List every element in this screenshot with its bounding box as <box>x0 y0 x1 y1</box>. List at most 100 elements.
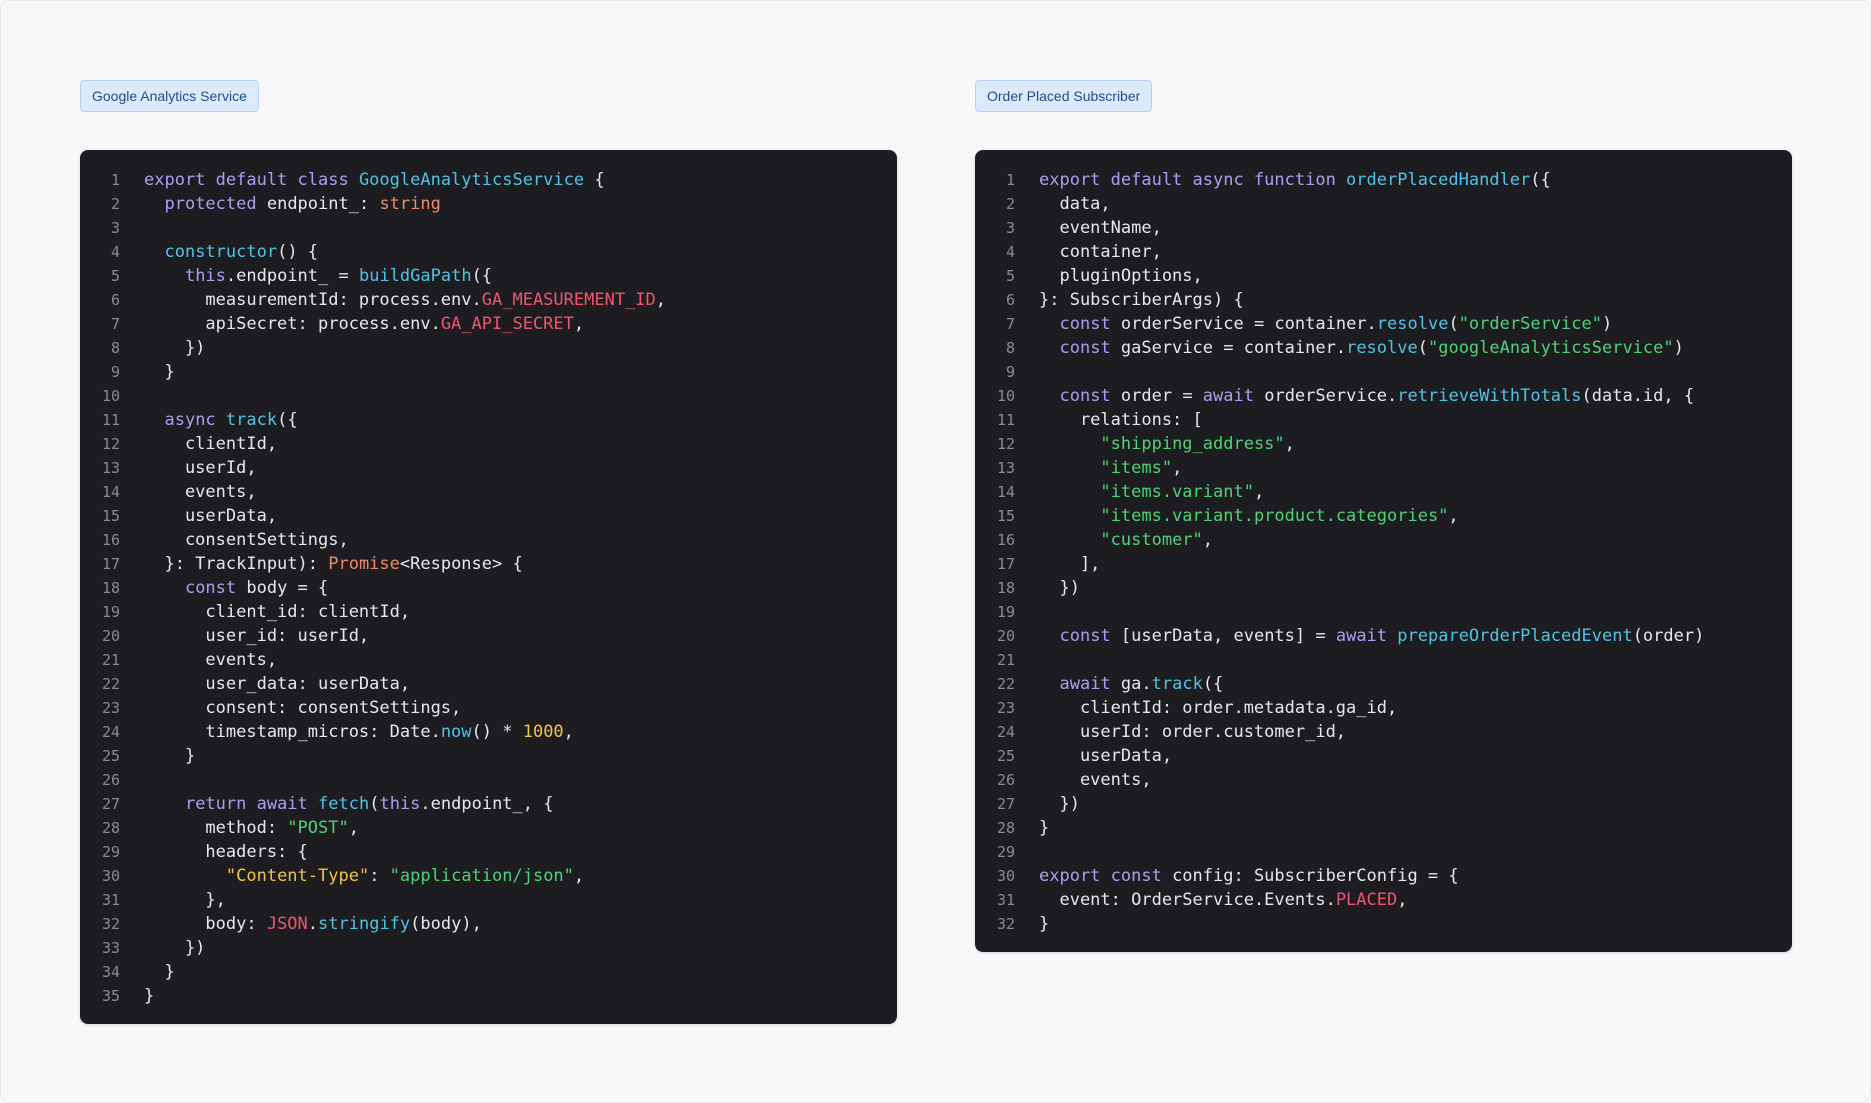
code-line: 29 headers: { <box>80 840 897 864</box>
code-token: }) <box>1039 794 1080 814</box>
code-text: const body = { <box>144 576 897 600</box>
code-token: events, <box>144 650 278 670</box>
code-text: "items.variant", <box>1039 480 1792 504</box>
code-text: }: TrackInput): Promise<Response> { <box>144 552 897 576</box>
code-line: 23 consent: consentSettings, <box>80 696 897 720</box>
code-token: retrieveWithTotals <box>1397 386 1582 406</box>
code-text: export default class GoogleAnalyticsServ… <box>144 168 897 192</box>
code-text: consentSettings, <box>144 528 897 552</box>
code-token: , <box>1397 890 1408 910</box>
code-line: 8 }) <box>80 336 897 360</box>
line-number: 1 <box>1005 171 1015 189</box>
code-text: } <box>1039 816 1792 840</box>
line-number: 6 <box>1005 291 1015 309</box>
line-number: 11 <box>996 411 1015 429</box>
line-number: 10 <box>996 387 1015 405</box>
code-token: ) <box>1601 314 1613 334</box>
code-token: await <box>1059 674 1111 694</box>
code-token: } <box>1039 914 1050 934</box>
code-line: 7 apiSecret: process.env.GA_API_SECRET, <box>80 312 897 336</box>
code-line: 5 pluginOptions, <box>975 264 1792 288</box>
code-token: ({ <box>277 410 298 430</box>
code-token: "items.variant" <box>1100 482 1254 502</box>
panel-google-analytics-service: Google Analytics Service 1 export default… <box>80 80 897 1024</box>
line-number: 27 <box>996 795 1015 813</box>
line-number: 29 <box>996 843 1015 861</box>
code-token: order = <box>1110 386 1203 406</box>
code-token: event: OrderService.Events. <box>1039 890 1336 910</box>
code-line: 33 }) <box>80 936 897 960</box>
code-text: }) <box>144 936 897 960</box>
code-token: ( <box>369 794 380 814</box>
line-number: 11 <box>101 411 120 429</box>
code-token: orderService. <box>1253 386 1398 406</box>
code-text: } <box>144 960 897 984</box>
code-token: GA_MEASUREMENT_ID <box>481 290 656 310</box>
code-line: 15 "items.variant.product.categories", <box>975 504 1792 528</box>
line-number: 27 <box>101 795 120 813</box>
code-text: protected endpoint_: string <box>144 192 897 216</box>
code-line: 1 export default class GoogleAnalyticsSer… <box>80 168 897 192</box>
line-number: 13 <box>996 459 1015 477</box>
code-line: 13 userId, <box>80 456 897 480</box>
code-text: events, <box>144 648 897 672</box>
code-token: , <box>1253 482 1265 502</box>
code-token: JSON <box>266 914 308 934</box>
code-line: 31 event: OrderService.Events.PLACED, <box>975 888 1792 912</box>
line-number: 23 <box>101 699 120 717</box>
code-text: apiSecret: process.env.GA_API_SECRET, <box>144 312 897 336</box>
code-line: 27 }) <box>975 792 1792 816</box>
code-token: , <box>348 818 359 838</box>
code-text: } <box>1039 912 1792 936</box>
line-number: 9 <box>1005 363 1015 381</box>
code-text: userData, <box>144 504 897 528</box>
code-token: , <box>655 290 667 310</box>
code-line: 14 events, <box>80 480 897 504</box>
code-token: ({ <box>1530 170 1551 190</box>
code-line: 1 export default async function orderPlac… <box>975 168 1792 192</box>
code-text: await ga.track({ <box>1039 672 1792 696</box>
code-line: 3 <box>80 216 897 240</box>
line-number: 17 <box>996 555 1015 573</box>
code-token: , <box>1202 530 1214 550</box>
line-number: 16 <box>101 531 120 549</box>
code-text: export const config: SubscriberConfig = … <box>1039 864 1792 888</box>
code-text: data, <box>1039 192 1792 216</box>
code-line: 10 <box>80 384 897 408</box>
code-line: 29 <box>975 840 1792 864</box>
code-token: (data.id, { <box>1581 386 1695 406</box>
code-token: ], <box>1039 554 1101 574</box>
code-token: }, <box>144 890 226 910</box>
line-number: 19 <box>101 603 120 621</box>
line-number: 9 <box>110 363 120 381</box>
code-token: pluginOptions, <box>1039 266 1203 286</box>
code-text: client_id: clientId, <box>144 600 897 624</box>
code-line: 3 eventName, <box>975 216 1792 240</box>
code-text: headers: { <box>144 840 897 864</box>
code-token: <Response> { <box>399 554 523 574</box>
line-number: 26 <box>101 771 120 789</box>
line-number: 25 <box>996 747 1015 765</box>
code-text: } <box>144 744 897 768</box>
code-text: timestamp_micros: Date.now() * 1000, <box>144 720 897 744</box>
line-number: 30 <box>996 867 1015 885</box>
code-token: "customer" <box>1100 530 1203 550</box>
code-text: const order = await orderService.retriev… <box>1039 384 1792 408</box>
code-token: () * <box>471 722 523 742</box>
code-line: 25 userData, <box>975 744 1792 768</box>
code-token: gaService = container. <box>1110 338 1347 358</box>
code-text: events, <box>1039 768 1792 792</box>
code-line: 16 consentSettings, <box>80 528 897 552</box>
code-token: } <box>144 986 155 1006</box>
code-token: relations: [ <box>1039 410 1203 430</box>
code-text: }, <box>144 888 897 912</box>
